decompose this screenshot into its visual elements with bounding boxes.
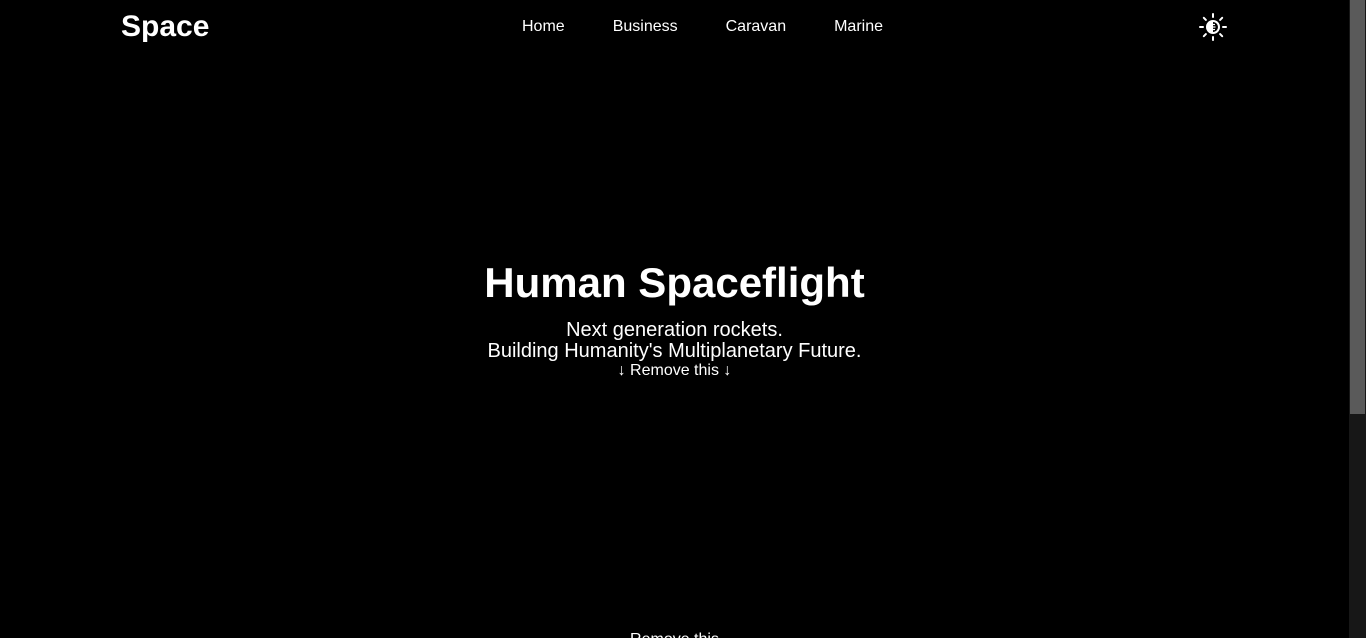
page: Space Home Business Caravan Marine Human… bbox=[0, 0, 1366, 638]
page-scrollbar[interactable] bbox=[1349, 0, 1366, 638]
hero-subtitle-line1: Next generation rockets. bbox=[566, 319, 783, 341]
hero-title: Human Spaceflight bbox=[484, 259, 865, 306]
remove-this-link[interactable]: ↓ Remove this ↓ bbox=[0, 361, 1349, 381]
remove-this-label: Remove this bbox=[630, 362, 719, 379]
nav-home-link[interactable]: Home bbox=[522, 17, 565, 37]
arrow-down-icon: ↓ bbox=[617, 362, 626, 379]
nav-business-link[interactable]: Business bbox=[613, 17, 678, 37]
hero-subtitle: Next generation rockets. Building Humani… bbox=[0, 320, 1349, 362]
arrow-down-icon: ↓ bbox=[723, 362, 732, 379]
hero-subtitle-line2: Building Humanity's Multiplanetary Futur… bbox=[487, 340, 862, 362]
nav-caravan-link[interactable]: Caravan bbox=[726, 17, 786, 37]
theme-toggle-button[interactable] bbox=[1197, 11, 1229, 43]
site-header: Space Home Business Caravan Marine bbox=[0, 0, 1349, 56]
sun-icon bbox=[1199, 13, 1227, 41]
remove-this-bottom: Remove this bbox=[0, 630, 1349, 638]
scrollbar-thumb[interactable] bbox=[1350, 0, 1365, 414]
main-nav: Home Business Caravan Marine bbox=[522, 17, 883, 37]
nav-marine-link[interactable]: Marine bbox=[834, 17, 883, 37]
site-logo[interactable]: Space bbox=[121, 9, 209, 45]
